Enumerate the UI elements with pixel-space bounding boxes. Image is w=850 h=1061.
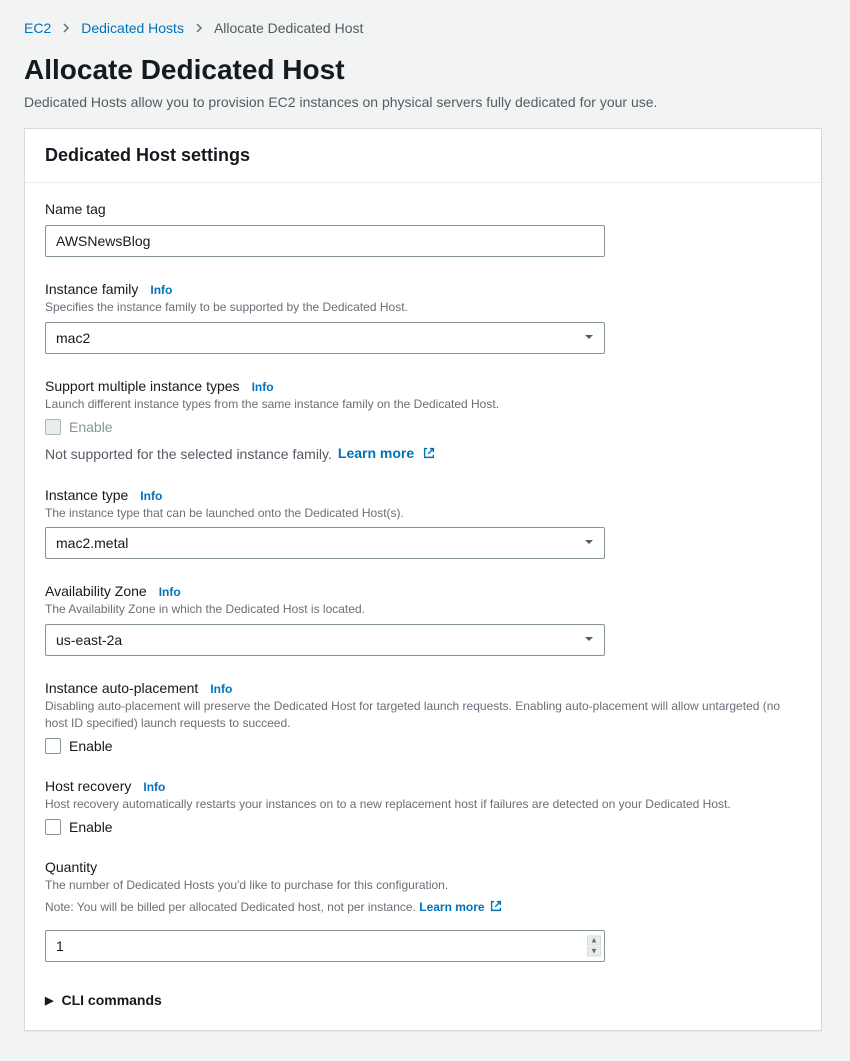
az-select[interactable]	[45, 624, 605, 656]
instance-type-info-link[interactable]: Info	[140, 489, 162, 503]
az-help: The Availability Zone in which the Dedic…	[45, 601, 801, 618]
instance-family-info-link[interactable]: Info	[150, 283, 172, 297]
auto-placement-help: Disabling auto-placement will preserve t…	[45, 698, 801, 732]
field-instance-type: Instance type Info The instance type tha…	[45, 487, 801, 560]
stepper-up-icon[interactable]: ▲	[587, 936, 601, 946]
external-link-icon	[422, 446, 436, 463]
field-availability-zone: Availability Zone Info The Availability …	[45, 583, 801, 656]
auto-placement-checkbox-label: Enable	[69, 738, 113, 754]
panel-title: Dedicated Host settings	[45, 145, 801, 166]
chevron-right-icon	[61, 20, 71, 36]
instance-family-select[interactable]	[45, 322, 605, 354]
multi-types-not-supported-text: Not supported for the selected instance …	[45, 446, 332, 462]
multi-types-checkbox-label: Enable	[69, 419, 113, 435]
name-tag-input[interactable]	[45, 225, 605, 257]
field-instance-family: Instance family Info Specifies the insta…	[45, 281, 801, 354]
panel-header: Dedicated Host settings	[25, 129, 821, 183]
auto-placement-info-link[interactable]: Info	[210, 682, 232, 696]
auto-placement-checkbox[interactable]	[45, 738, 61, 754]
page-title: Allocate Dedicated Host	[24, 54, 822, 86]
instance-family-help: Specifies the instance family to be supp…	[45, 299, 801, 316]
instance-type-select[interactable]	[45, 527, 605, 559]
instance-type-help: The instance type that can be launched o…	[45, 505, 801, 522]
multi-types-label: Support multiple instance types	[45, 378, 240, 394]
quantity-input[interactable]	[45, 930, 605, 962]
multi-types-help: Launch different instance types from the…	[45, 396, 801, 413]
cli-commands-toggle[interactable]: ▶ CLI commands	[45, 986, 801, 1026]
az-info-link[interactable]: Info	[159, 585, 181, 599]
external-link-icon	[489, 899, 503, 918]
multi-types-learn-more-link[interactable]: Learn more	[338, 445, 436, 463]
quantity-label: Quantity	[45, 859, 97, 875]
quantity-help-2: Note: You will be billed per allocated D…	[45, 899, 801, 918]
field-quantity: Quantity The number of Dedicated Hosts y…	[45, 859, 801, 963]
quantity-stepper[interactable]: ▲ ▼	[587, 936, 601, 957]
cli-commands-label: CLI commands	[61, 992, 161, 1008]
name-tag-label: Name tag	[45, 201, 106, 217]
breadcrumb: EC2 Dedicated Hosts Allocate Dedicated H…	[24, 20, 822, 36]
page-description: Dedicated Hosts allow you to provision E…	[24, 94, 822, 110]
breadcrumb-current: Allocate Dedicated Host	[214, 20, 363, 36]
host-recovery-info-link[interactable]: Info	[143, 780, 165, 794]
host-recovery-label: Host recovery	[45, 778, 131, 794]
quantity-help-1: The number of Dedicated Hosts you'd like…	[45, 877, 801, 894]
triangle-right-icon: ▶	[45, 994, 53, 1007]
settings-panel: Dedicated Host settings Name tag Instanc…	[24, 128, 822, 1031]
host-recovery-help: Host recovery automatically restarts you…	[45, 796, 801, 813]
multi-types-info-link[interactable]: Info	[252, 380, 274, 394]
host-recovery-checkbox[interactable]	[45, 819, 61, 835]
breadcrumb-ec2[interactable]: EC2	[24, 20, 51, 36]
az-label: Availability Zone	[45, 583, 147, 599]
field-auto-placement: Instance auto-placement Info Disabling a…	[45, 680, 801, 754]
host-recovery-checkbox-label: Enable	[69, 819, 113, 835]
auto-placement-label: Instance auto-placement	[45, 680, 198, 696]
field-name-tag: Name tag	[45, 201, 801, 257]
instance-family-label: Instance family	[45, 281, 138, 297]
field-host-recovery: Host recovery Info Host recovery automat…	[45, 778, 801, 835]
multi-types-checkbox	[45, 419, 61, 435]
quantity-learn-more-link[interactable]: Learn more	[419, 900, 502, 914]
stepper-down-icon[interactable]: ▼	[587, 947, 601, 957]
instance-type-label: Instance type	[45, 487, 128, 503]
chevron-right-icon	[194, 20, 204, 36]
breadcrumb-dedicated-hosts[interactable]: Dedicated Hosts	[81, 20, 184, 36]
field-multi-instance-types: Support multiple instance types Info Lau…	[45, 378, 801, 463]
